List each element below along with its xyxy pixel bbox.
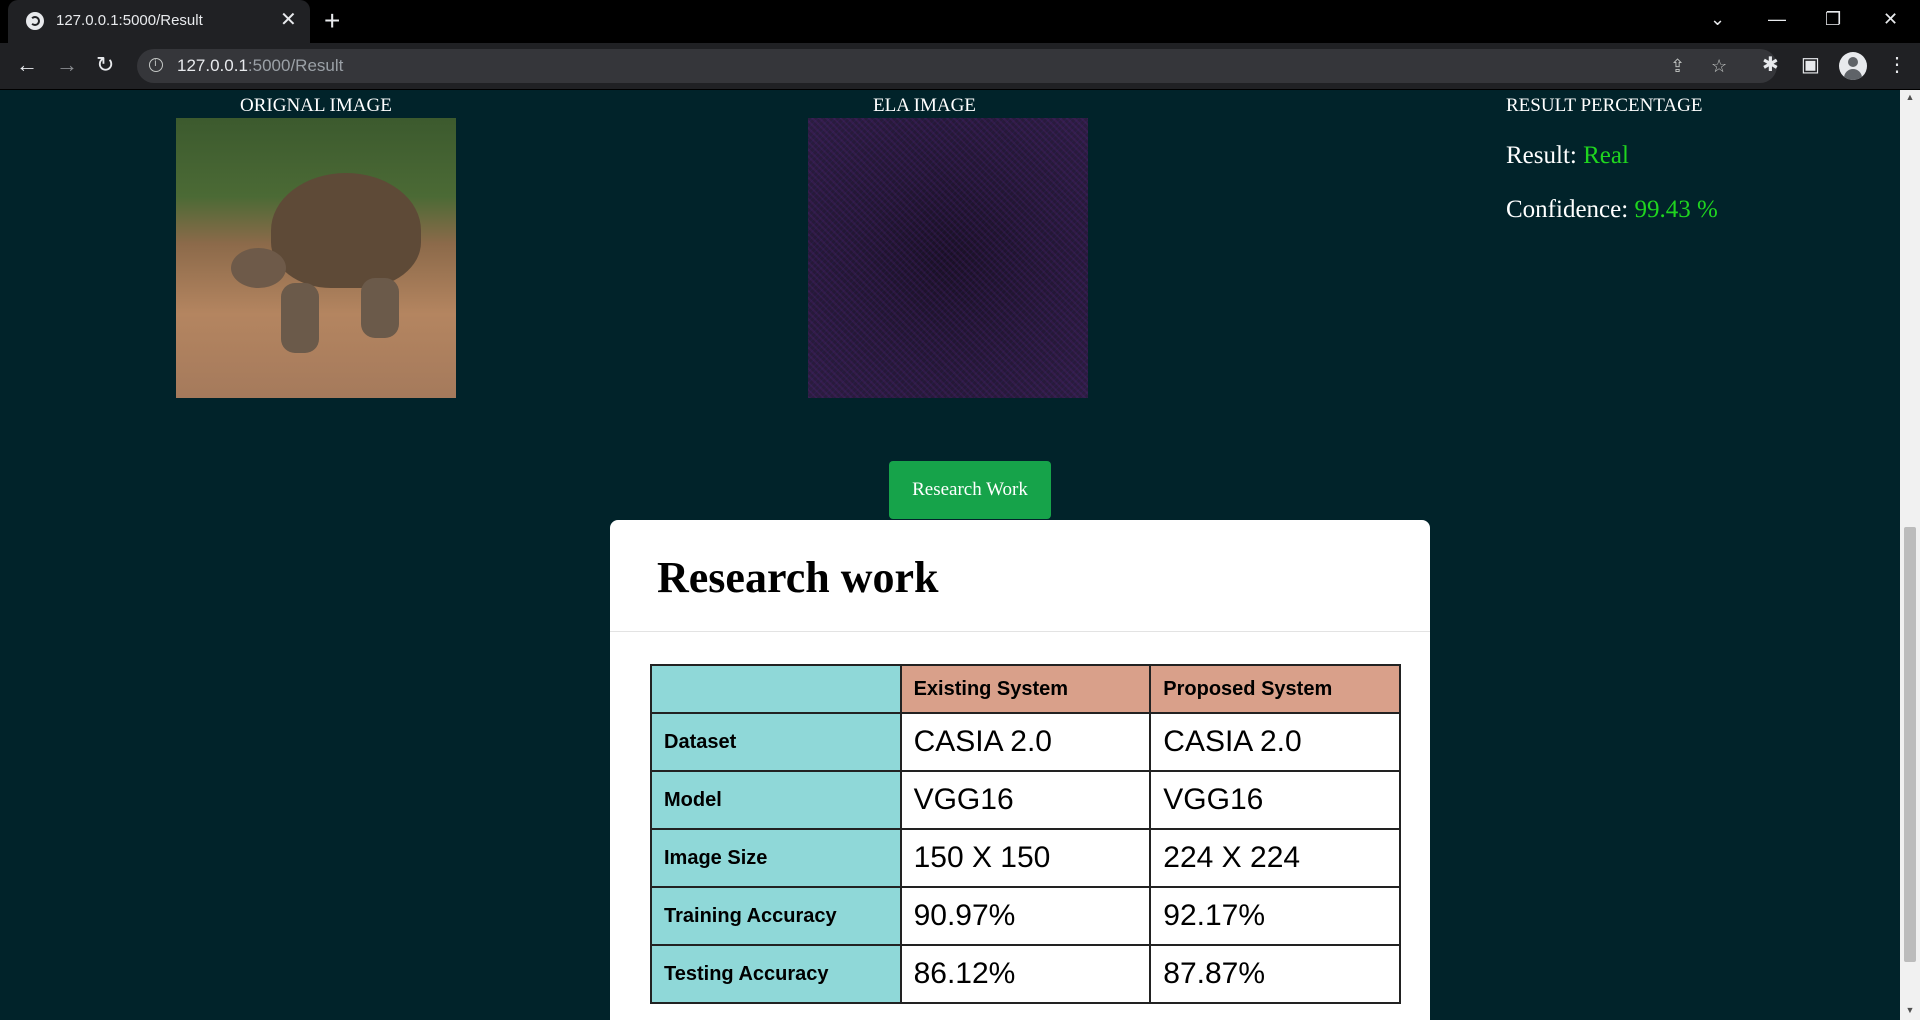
forward-icon[interactable]: → — [56, 52, 78, 78]
turtle-leg — [281, 283, 319, 353]
table-header-row: Existing System Proposed System — [650, 664, 1401, 714]
browser-toolbar: ← → ↻ 127.0.0.1:5000/Result ⇪ ☆ ✱ ▣ ⋮ — [0, 43, 1920, 90]
existing-value: CASIA 2.0 — [899, 712, 1152, 772]
share-icon[interactable]: ⇪ — [1670, 55, 1685, 77]
research-work-card: Research work Existing System Proposed S… — [610, 520, 1430, 1020]
restore-icon[interactable]: ❐ — [1825, 6, 1841, 32]
globe-icon — [26, 12, 44, 30]
back-icon[interactable]: ← — [16, 52, 38, 78]
side-panel-icon[interactable]: ▣ — [1801, 53, 1820, 77]
scroll-up-arrow[interactable]: ▲ — [1900, 92, 1920, 102]
confidence-line: Confidence: 99.43 % — [1506, 196, 1718, 224]
extensions-icon[interactable]: ✱ — [1762, 53, 1779, 77]
comparison-table: Existing System Proposed System Dataset … — [650, 664, 1401, 1004]
row-label: Dataset — [650, 712, 902, 772]
page-scrollbar[interactable]: ▲ ▼ — [1900, 90, 1920, 1020]
table-header-blank — [650, 664, 902, 714]
chevron-down-icon[interactable]: ⌄ — [1710, 6, 1725, 32]
ela-noise — [808, 118, 1088, 398]
table-row: Training Accuracy 90.97% 92.17% — [650, 886, 1401, 946]
proposed-value: 224 X 224 — [1149, 828, 1401, 888]
table-row: Model VGG16 VGG16 — [650, 770, 1401, 830]
table-row: Dataset CASIA 2.0 CASIA 2.0 — [650, 712, 1401, 772]
more-icon[interactable]: ⋮ — [1887, 53, 1907, 77]
scroll-down-arrow[interactable]: ▼ — [1900, 1005, 1920, 1015]
original-image — [176, 118, 456, 398]
star-icon[interactable]: ☆ — [1711, 55, 1727, 77]
result-line: Result: Real — [1506, 142, 1629, 170]
row-label: Testing Accuracy — [650, 944, 902, 1004]
proposed-value: 92.17% — [1149, 886, 1401, 946]
proposed-value: VGG16 — [1149, 770, 1401, 830]
result-value: Real — [1583, 142, 1629, 169]
ela-image — [808, 118, 1088, 398]
ela-image-label: ELA IMAGE — [873, 95, 976, 116]
table-header-existing: Existing System — [899, 664, 1152, 714]
card-title: Research work — [657, 553, 939, 602]
original-image-label: ORIGNAL IMAGE — [240, 95, 392, 116]
turtle-shell — [271, 173, 421, 288]
proposed-value: 87.87% — [1149, 944, 1401, 1004]
existing-value: 86.12% — [899, 944, 1152, 1004]
proposed-value: CASIA 2.0 — [1149, 712, 1401, 772]
turtle-leg — [361, 278, 399, 338]
url-text[interactable]: 127.0.0.1:5000/Result — [177, 56, 343, 76]
existing-value: 150 X 150 — [899, 828, 1152, 888]
confidence-value: 99.43 % — [1634, 196, 1718, 223]
browser-tab[interactable]: 127.0.0.1:5000/Result ✕ — [8, 0, 310, 43]
existing-value: VGG16 — [899, 770, 1152, 830]
page-content: ORIGNAL IMAGE ELA IMAGE RESULT PERCENTAG… — [0, 90, 1900, 1020]
research-work-button[interactable]: Research Work — [889, 461, 1051, 519]
card-divider — [610, 631, 1430, 632]
reload-icon[interactable]: ↻ — [96, 52, 114, 78]
info-icon[interactable] — [149, 58, 163, 72]
row-label: Image Size — [650, 828, 902, 888]
turtle-head — [231, 248, 286, 288]
scroll-thumb[interactable] — [1904, 527, 1916, 962]
result-heading: RESULT PERCENTAGE — [1506, 95, 1703, 116]
existing-value: 90.97% — [899, 886, 1152, 946]
table-header-proposed: Proposed System — [1149, 664, 1401, 714]
address-bar[interactable]: 127.0.0.1:5000/Result ⇪ ☆ — [137, 49, 1777, 83]
tab-title: 127.0.0.1:5000/Result — [56, 12, 203, 29]
result-label: Result: — [1506, 142, 1584, 169]
row-label: Model — [650, 770, 902, 830]
confidence-label: Confidence: — [1506, 196, 1635, 223]
table-row: Testing Accuracy 86.12% 87.87% — [650, 944, 1401, 1004]
minimize-icon[interactable]: — — [1768, 6, 1786, 32]
table-row: Image Size 150 X 150 224 X 224 — [650, 828, 1401, 888]
close-icon[interactable]: ✕ — [280, 9, 297, 31]
close-window-icon[interactable]: ✕ — [1883, 6, 1898, 32]
avatar[interactable] — [1839, 52, 1867, 80]
plus-icon[interactable]: + — [324, 6, 340, 36]
browser-titlebar: 127.0.0.1:5000/Result ✕ + ⌄ — ❐ ✕ — [0, 0, 1920, 43]
row-label: Training Accuracy — [650, 886, 902, 946]
